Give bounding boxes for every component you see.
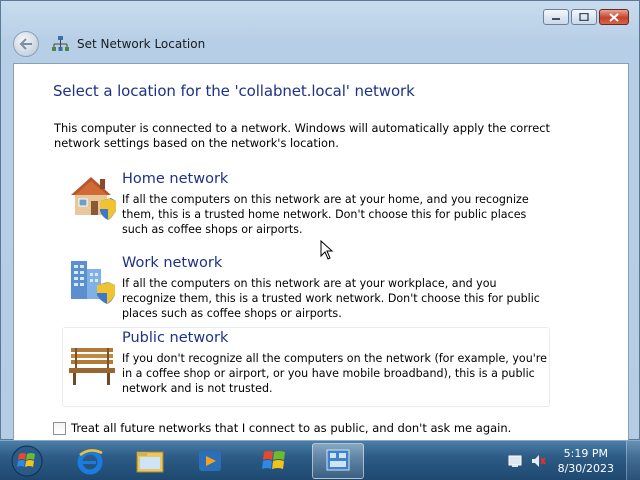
work-network-icon xyxy=(71,261,115,304)
intro-text: This computer is connected to a network.… xyxy=(54,121,550,150)
home-network-icon xyxy=(71,177,116,220)
taskbar-windows-explorer[interactable] xyxy=(124,443,176,479)
taskbar-internet-explorer[interactable] xyxy=(64,443,116,479)
minimize-icon xyxy=(552,18,560,20)
home-network-description: If all the computers on this network are… xyxy=(122,193,529,236)
caption-buttons xyxy=(543,9,629,25)
windows-logo-app-icon xyxy=(262,451,285,469)
public-network-description: If you don't recognize all the computers… xyxy=(122,352,547,395)
close-button[interactable] xyxy=(599,9,629,25)
minimize-button[interactable] xyxy=(543,9,569,25)
window-title: Set Network Location xyxy=(77,37,206,51)
work-network-title: Work network xyxy=(122,255,223,271)
title-bar: Set Network Location xyxy=(13,27,629,61)
taskbar-media-player[interactable] xyxy=(184,443,236,479)
start-orb[interactable] xyxy=(10,445,44,477)
public-network-option[interactable]: Public network If you don't recognize al… xyxy=(62,327,550,407)
volume-muted-icon[interactable] xyxy=(530,453,546,469)
close-icon xyxy=(609,12,619,22)
maximize-icon xyxy=(579,13,589,21)
action-center-icon[interactable] xyxy=(507,453,523,469)
mouse-cursor-icon xyxy=(320,240,334,260)
taskbar-network-app[interactable] xyxy=(312,443,364,479)
clock-time: 5:19 PM xyxy=(563,447,608,460)
back-button[interactable] xyxy=(13,31,39,57)
internet-explorer-icon xyxy=(77,449,103,475)
show-desktop-button[interactable] xyxy=(626,441,640,480)
home-network-option[interactable]: Home network If all the computers on thi… xyxy=(62,168,550,248)
public-network-title: Public network xyxy=(122,330,229,346)
network-app-icon xyxy=(326,449,350,471)
set-network-location-window: Set Network Location Select a location f… xyxy=(0,0,640,441)
clock-date: 8/30/2023 xyxy=(557,462,614,475)
treat-public-checkbox[interactable] xyxy=(53,421,66,435)
work-network-option[interactable]: Work network If all the computers on thi… xyxy=(62,252,550,332)
clock[interactable]: 5:19 PM 8/30/2023 xyxy=(558,446,614,476)
taskbar-windows-logo-app[interactable] xyxy=(248,443,300,479)
treat-public-checkbox-row[interactable]: Treat all future networks that I connect… xyxy=(53,421,511,435)
public-network-icon xyxy=(69,348,115,385)
windows-explorer-icon xyxy=(136,451,164,473)
work-network-description: If all the computers on this network are… xyxy=(122,277,540,320)
back-arrow-icon xyxy=(19,38,32,50)
page-heading: Select a location for the 'collabnet.loc… xyxy=(53,82,415,100)
maximize-button[interactable] xyxy=(571,9,597,25)
treat-public-checkbox-label: Treat all future networks that I connect… xyxy=(71,421,512,435)
network-icon xyxy=(52,36,69,51)
taskbar: 5:19 PM 8/30/2023 xyxy=(0,440,640,480)
home-network-title: Home network xyxy=(122,171,229,187)
media-player-icon xyxy=(199,451,221,471)
